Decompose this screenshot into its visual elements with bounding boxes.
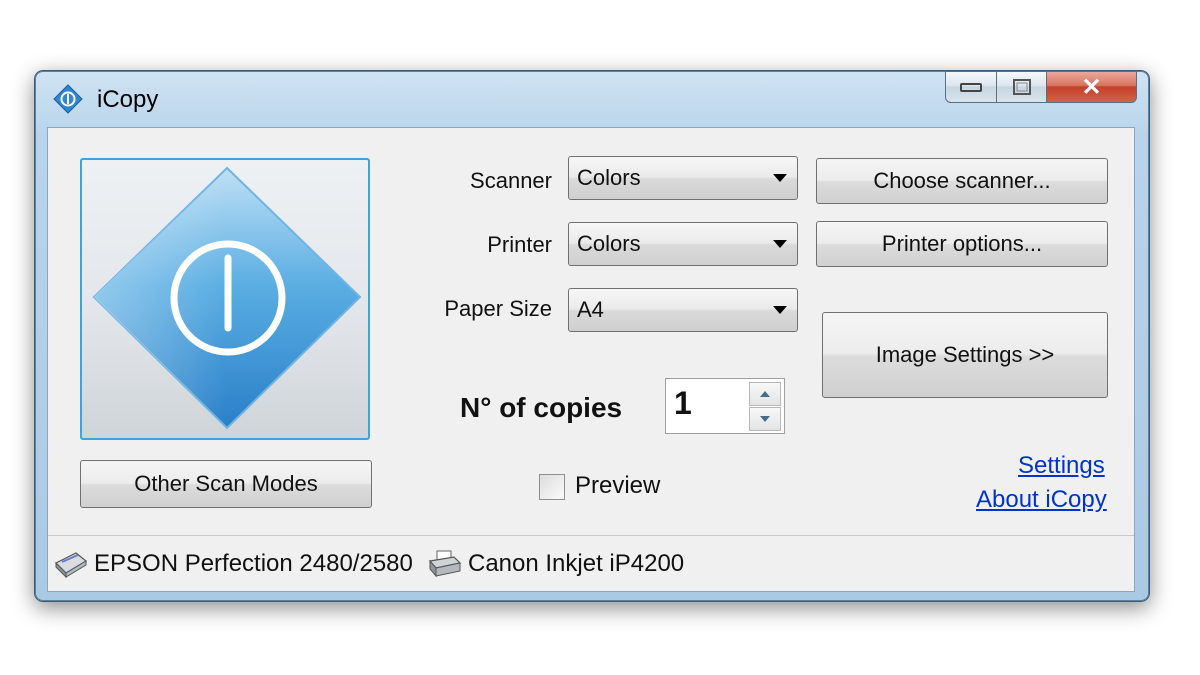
scanner-icon [54, 552, 88, 579]
power-icon [92, 166, 362, 430]
image-settings-label: Image Settings >> [875, 342, 1055, 367]
other-scan-modes-label: Other Scan Modes [134, 471, 318, 496]
settings-link[interactable]: Settings [1018, 452, 1105, 480]
paper-size-select[interactable]: A4 [568, 288, 798, 332]
client-area: Other Scan Modes Scanner Colors Printer … [47, 127, 1135, 592]
status-printer: Canon Inkjet iP4200 [428, 549, 684, 579]
scanner-select-value: Colors [577, 165, 641, 190]
paper-size-label: Paper Size [444, 296, 552, 321]
window-controls: ✕ [945, 71, 1137, 105]
arrow-up-icon [760, 391, 770, 397]
printer-label: Printer [487, 232, 552, 257]
stepper-down-button[interactable] [749, 407, 781, 431]
printer-options-button[interactable]: Printer options... [816, 221, 1108, 267]
choose-scanner-label: Choose scanner... [873, 168, 1051, 193]
scan-copy-tile[interactable] [80, 158, 370, 440]
chevron-down-icon [773, 240, 787, 248]
app-logo-icon [53, 84, 83, 114]
scanner-select[interactable]: Colors [568, 156, 798, 200]
paper-size-select-value: A4 [577, 297, 604, 322]
other-scan-modes-button[interactable]: Other Scan Modes [80, 460, 372, 508]
maximize-button[interactable] [997, 71, 1047, 103]
copies-label: N° of copies [460, 392, 623, 423]
printer-select[interactable]: Colors [568, 222, 798, 266]
printer-select-value: Colors [577, 231, 641, 256]
chevron-down-icon [773, 306, 787, 314]
choose-scanner-button[interactable]: Choose scanner... [816, 158, 1108, 204]
close-button[interactable]: ✕ [1047, 71, 1137, 103]
copies-stepper[interactable]: 1 [665, 378, 785, 434]
scanner-name: EPSON Perfection 2480/2580 [94, 550, 413, 577]
icopy-window: iCopy ✕ Other Scan Modes Scanner Colors … [34, 70, 1150, 602]
image-settings-button[interactable]: Image Settings >> [822, 312, 1108, 398]
status-scanner: EPSON Perfection 2480/2580 [54, 549, 413, 579]
minimize-button[interactable] [945, 71, 997, 103]
copies-value[interactable]: 1 [674, 385, 692, 422]
printer-icon [428, 550, 462, 578]
minimize-icon [960, 83, 982, 92]
title-bar[interactable]: iCopy ✕ [35, 71, 1149, 127]
printer-name: Canon Inkjet iP4200 [468, 550, 685, 577]
arrow-down-icon [760, 416, 770, 422]
chevron-down-icon [773, 174, 787, 182]
scanner-label: Scanner [470, 168, 552, 193]
preview-checkbox[interactable] [539, 474, 565, 500]
about-link[interactable]: About iCopy [976, 486, 1107, 514]
status-bar: EPSON Perfection 2480/2580 Canon Inkjet … [48, 535, 1134, 591]
stepper-up-button[interactable] [749, 382, 781, 406]
printer-options-label: Printer options... [881, 231, 1043, 256]
window-title: iCopy [97, 86, 159, 113]
close-icon: ✕ [1081, 73, 1102, 101]
preview-label: Preview [575, 472, 661, 499]
maximize-icon [1012, 79, 1031, 95]
